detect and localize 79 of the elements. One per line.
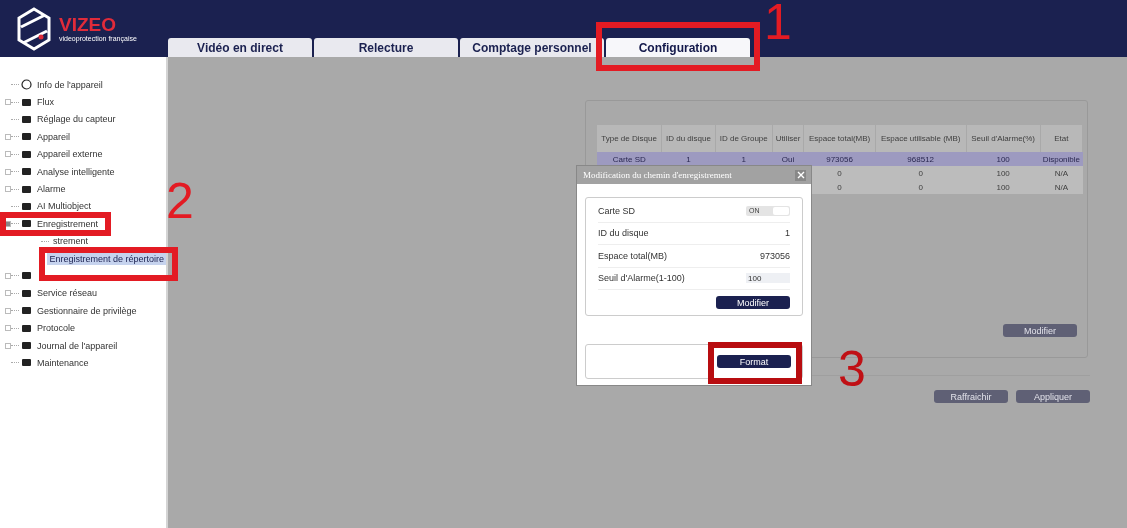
menu-icon xyxy=(21,131,32,143)
sidebar-item[interactable]: Enregistrement xyxy=(35,217,101,230)
logo-icon xyxy=(17,6,51,51)
menu-icon xyxy=(21,287,32,299)
field-label: Carte SD xyxy=(598,205,635,216)
table-cell: N/A xyxy=(1054,168,1068,178)
column-header: Seuil d'Alarme(%) xyxy=(966,125,1041,152)
sidebar-item[interactable]: Gestionnaire de privilège xyxy=(35,304,139,317)
menu-icon xyxy=(21,200,32,212)
field-value: 973056 xyxy=(759,250,790,261)
menu-icon xyxy=(21,340,32,352)
sidebar-item[interactable]: Flux xyxy=(35,96,56,109)
menu-icon xyxy=(21,218,32,230)
modify-button[interactable]: Modifier xyxy=(1003,324,1077,337)
close-icon[interactable] xyxy=(795,169,806,181)
step-number: 2 xyxy=(166,176,194,226)
table-cell: N/A xyxy=(1054,182,1068,192)
brand-name: VIZEO xyxy=(59,15,117,35)
column-header: Espace utilisable (MB) xyxy=(875,125,967,152)
table-cell: 0 xyxy=(837,168,842,178)
sidebar-item[interactable]: Journal de l'appareil xyxy=(35,339,120,352)
column-header: ID du disque xyxy=(661,125,716,152)
table-cell: 973056 xyxy=(826,154,853,164)
menu-icon xyxy=(21,166,32,178)
table-row[interactable]: Carte SD 1 1 Oui 973056 968512 100 Disponible xyxy=(597,152,1083,166)
step-number: 3 xyxy=(838,344,866,394)
sidebar-item[interactable]: Maintenance xyxy=(35,356,91,369)
table-cell: 0 xyxy=(918,168,923,178)
column-header: Utiliser xyxy=(772,125,804,152)
table-cell: Disponible xyxy=(1042,154,1080,164)
menu-icon xyxy=(21,305,32,317)
column-header: ID de Groupe xyxy=(715,125,773,152)
menu-icon xyxy=(21,322,32,334)
column-header: Espace total(MB) xyxy=(803,125,876,152)
step-number: 1 xyxy=(764,0,792,47)
menu-icon xyxy=(21,113,32,125)
nav-tab[interactable]: Vidéo en direct xyxy=(168,38,312,57)
sidebar-item[interactable]: Protocole xyxy=(35,322,78,335)
table-cell: 1 xyxy=(686,154,691,164)
menu-icon xyxy=(21,79,32,91)
table-cell: Carte SD xyxy=(612,154,646,164)
field-label: Seuil d'Alarme(1-100) xyxy=(598,273,685,284)
sidebar-item[interactable]: Réglage du capteur xyxy=(35,113,118,126)
sidebar-item[interactable]: Service réseau xyxy=(35,287,100,300)
field-label: ID du disque xyxy=(598,228,649,239)
nav-tab[interactable]: Configuration xyxy=(606,38,750,57)
column-header: Etat xyxy=(1040,125,1083,152)
menu-icon xyxy=(21,148,32,160)
nav-tab[interactable]: Relecture xyxy=(314,38,458,57)
table-cell: 100 xyxy=(996,182,1010,192)
sidebar-item[interactable]: Analyse intelligente xyxy=(35,165,117,178)
menu-icon xyxy=(21,183,32,195)
table-cell: 968512 xyxy=(907,154,935,164)
action-button[interactable]: Raffraichir xyxy=(934,390,1008,403)
menu-icon xyxy=(21,270,32,282)
nav-tab[interactable]: Comptage personnel xyxy=(460,38,604,57)
table-cell: 0 xyxy=(837,182,842,192)
format-button[interactable]: Format xyxy=(717,355,791,368)
column-header: Type de Disque xyxy=(597,125,662,152)
sidebar-item[interactable]: strement xyxy=(51,235,90,248)
sidebar-item[interactable]: AI Multiobject xyxy=(35,200,94,213)
expander-icon[interactable] xyxy=(5,220,11,227)
sidebar-item[interactable]: Appareil xyxy=(35,130,73,143)
action-button[interactable]: Appliquer xyxy=(1016,390,1090,403)
modify-button[interactable]: Modifier xyxy=(716,296,790,309)
table-cell: 0 xyxy=(918,182,923,192)
table-cell: 1 xyxy=(741,154,746,164)
table-cell: 100 xyxy=(996,154,1010,164)
menu-icon xyxy=(21,357,32,369)
field-value: 1 xyxy=(785,228,790,239)
sidebar-item[interactable]: Info de l'appareil xyxy=(35,78,105,91)
menu-icon xyxy=(21,96,32,108)
dialog-title: Modification du chemin d'enregistrement xyxy=(583,170,732,180)
sidebar-item[interactable]: Appareil externe xyxy=(35,148,105,161)
table-cell: 100 xyxy=(996,168,1010,178)
input-field[interactable]: 100 xyxy=(746,273,790,284)
field-label: Espace total(MB) xyxy=(598,250,668,261)
table-cell: Oui xyxy=(781,154,795,164)
sidebar-item[interactable]: Alarme xyxy=(35,183,68,196)
